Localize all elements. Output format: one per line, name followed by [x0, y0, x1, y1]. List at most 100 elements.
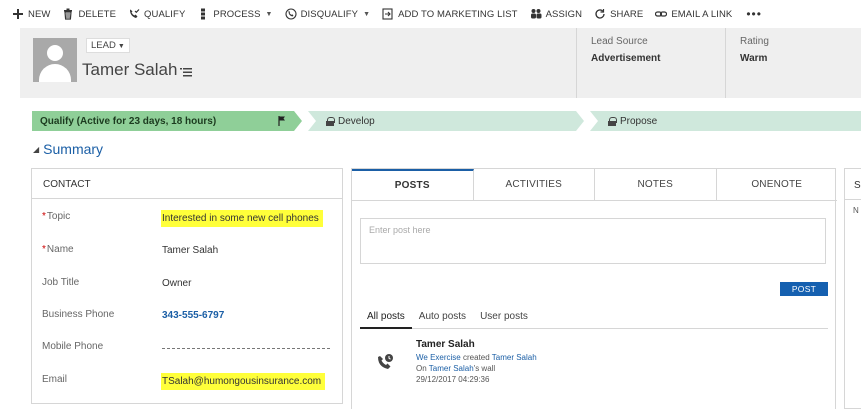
social-pane: POSTS ACTIVITIES NOTES ONENOTE Enter pos…: [351, 168, 837, 409]
stage-propose[interactable]: Propose: [590, 111, 861, 131]
right-panel-heading: S: [854, 180, 861, 191]
process-bar: Qualify (Active for 23 days, 18 hours) D…: [32, 111, 861, 131]
avatar[interactable]: [33, 38, 77, 82]
contact-panel: CONTACT *Topic Interested in some new ce…: [31, 168, 343, 404]
business-phone-link[interactable]: 343-555-6797: [161, 308, 225, 323]
post-wall-suffix: 's wall: [473, 364, 496, 373]
rating-label: Rating: [740, 36, 769, 47]
stage-qualify[interactable]: Qualify (Active for 23 days, 18 hours): [32, 111, 302, 131]
disqualify-button[interactable]: DISQUALIFY ▼: [285, 8, 371, 20]
share-icon: [594, 8, 606, 20]
mobile-phone-row: Mobile Phone: [32, 338, 344, 358]
summary-title: Summary: [43, 141, 104, 157]
stage-develop-label: Develop: [338, 115, 375, 127]
disqualify-label: DISQUALIFY: [300, 8, 359, 20]
mobile-phone-label: Mobile Phone: [42, 341, 104, 352]
post-created-text: created: [463, 353, 490, 362]
subtab-user-posts[interactable]: User posts: [473, 309, 535, 328]
right-panel-subtext: N: [853, 206, 859, 215]
entity-label: LEAD: [91, 40, 116, 51]
lock-icon: [326, 116, 335, 126]
plus-icon: [12, 8, 24, 20]
post-button[interactable]: POST: [780, 282, 828, 296]
post-body: We Exercise created Tamer Salah: [416, 352, 537, 363]
post-wall-line: On Tamer Salah's wall: [416, 363, 537, 374]
phone-cancel-icon: [285, 8, 297, 20]
collapse-triangle-icon: ◢: [33, 145, 40, 154]
rating-value[interactable]: Warm: [740, 53, 861, 64]
subtab-auto-posts[interactable]: Auto posts: [412, 309, 473, 328]
subtab-all-posts[interactable]: All posts: [360, 309, 412, 329]
contact-heading: CONTACT: [32, 169, 342, 199]
delete-label: DELETE: [78, 8, 117, 20]
business-phone-row: Business Phone 343-555-6797: [32, 306, 344, 326]
record-header: LEAD ▼ Tamer Salah Lead Source Advertisem…: [20, 28, 861, 98]
lead-source-value[interactable]: Advertisement: [591, 53, 726, 64]
post-author[interactable]: Tamer Salah: [416, 338, 537, 352]
share-label: SHARE: [610, 8, 644, 20]
stage-develop[interactable]: Develop: [308, 111, 584, 131]
lead-source-label: Lead Source: [591, 36, 648, 47]
summary-section-toggle[interactable]: ◢ Summary: [33, 141, 103, 157]
process-button[interactable]: PROCESS ▼: [197, 8, 272, 20]
tab-notes[interactable]: NOTES: [595, 169, 717, 200]
record-title: Tamer Salah: [82, 60, 178, 79]
new-label: NEW: [28, 8, 51, 20]
add-to-marketing-list-label: ADD TO MARKETING LIST: [398, 8, 518, 20]
mobile-phone-field[interactable]: [162, 348, 330, 349]
tab-activities[interactable]: ACTIVITIES: [474, 169, 595, 200]
post-target-link[interactable]: Tamer Salah: [492, 353, 537, 362]
avatar-body-shape: [39, 64, 71, 82]
new-button[interactable]: NEW: [12, 8, 50, 20]
chevron-down-icon: ▼: [363, 10, 371, 18]
lead-source-field: Lead Source Advertisement: [576, 28, 726, 98]
post-on-text: On: [416, 364, 427, 373]
tab-posts[interactable]: POSTS: [352, 169, 474, 200]
chevron-down-icon: ▼: [265, 10, 273, 18]
qualify-button[interactable]: QUALIFY: [128, 8, 185, 20]
process-icon: [197, 8, 209, 20]
email-a-link-label: EMAIL A LINK: [671, 8, 733, 20]
post-actor-link[interactable]: We Exercise: [416, 353, 461, 362]
entity-switcher[interactable]: LEAD ▼: [86, 38, 130, 53]
flag-icon: [278, 116, 285, 126]
rating-field: Rating Warm: [725, 28, 861, 98]
tab-onenote[interactable]: ONENOTE: [717, 169, 838, 200]
record-menu-icon[interactable]: [180, 66, 192, 80]
avatar-head-shape: [47, 45, 63, 61]
trash-icon: [62, 8, 74, 20]
name-row: *Name Tamer Salah: [32, 241, 344, 261]
assign-button[interactable]: ASSIGN: [530, 8, 583, 20]
post-wall-link[interactable]: Tamer Salah: [429, 364, 474, 373]
share-button[interactable]: SHARE: [594, 8, 643, 20]
email-field[interactable]: TSalah@humongousinsurance.com: [161, 373, 326, 390]
post-entry: Tamer Salah We Exercise created Tamer Sa…: [416, 338, 537, 385]
business-phone-label: Business Phone: [42, 309, 115, 320]
right-panel-divider: [845, 199, 861, 200]
phone-activity-icon: [378, 354, 393, 369]
command-bar: NEW DELETE QUALIFY PROCESS ▼ DISQUALIFY …: [0, 0, 861, 28]
process-label: PROCESS: [213, 8, 261, 20]
phone-check-icon: [128, 8, 140, 20]
job-title-row: Job Title Owner: [32, 274, 344, 294]
post-filter-tabs: All posts Auto posts User posts: [360, 309, 828, 329]
link-icon: [655, 8, 668, 20]
social-tabs: POSTS ACTIVITIES NOTES ONENOTE: [352, 169, 837, 201]
more-commands-button[interactable]: •••: [746, 7, 762, 21]
lock-icon: [608, 116, 617, 126]
delete-button[interactable]: DELETE: [62, 8, 116, 20]
topic-row: *Topic Interested in some new cell phone…: [32, 208, 344, 228]
required-marker: *: [42, 211, 46, 222]
name-field[interactable]: Tamer Salah: [161, 243, 219, 258]
add-to-marketing-list-button[interactable]: ADD TO MARKETING LIST: [382, 8, 517, 20]
topic-field[interactable]: Interested in some new cell phones: [161, 210, 323, 227]
stage-qualify-label: Qualify (Active for 23 days, 18 hours): [40, 115, 217, 127]
assign-users-icon: [530, 8, 542, 20]
marketing-list-icon: [382, 8, 394, 20]
topic-label: *Topic: [42, 211, 71, 222]
job-title-field[interactable]: Owner: [161, 276, 192, 291]
email-a-link-button[interactable]: EMAIL A LINK: [655, 8, 732, 20]
post-timestamp: 29/12/2017 04:29:36: [416, 375, 490, 384]
post-input[interactable]: Enter post here: [360, 218, 826, 264]
chevron-down-icon: ▼: [117, 43, 125, 50]
